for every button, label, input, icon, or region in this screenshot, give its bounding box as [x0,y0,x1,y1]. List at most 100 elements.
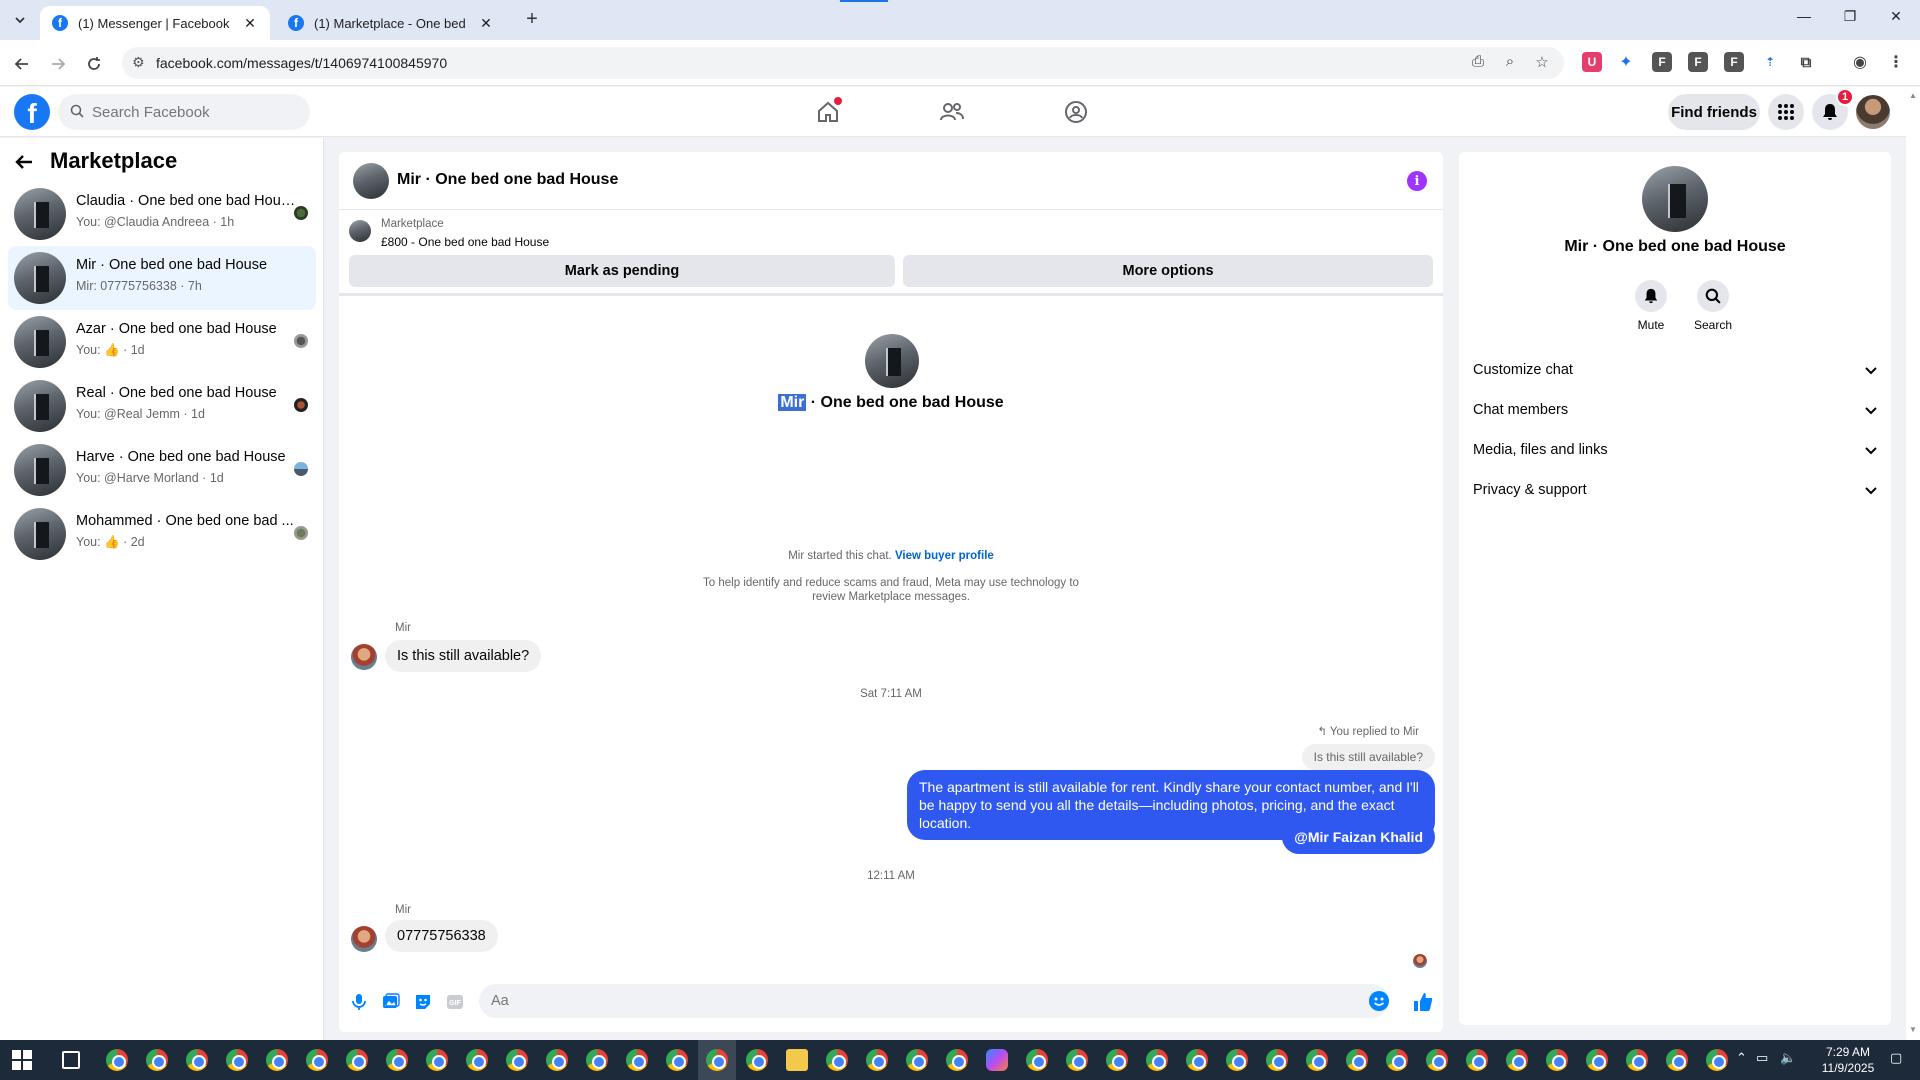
search-conversation-button[interactable]: Search [1685,280,1741,332]
friends-icon[interactable] [932,97,972,127]
chrome-taskbar-icon[interactable] [626,1049,648,1071]
groups-icon[interactable] [1056,97,1096,127]
menu-grid-icon[interactable] [1768,94,1804,130]
sender-avatar[interactable] [351,644,377,670]
windows-start-icon[interactable] [12,1050,32,1070]
mark-as-pending-button[interactable]: Mark as pending [349,255,895,287]
minimize-icon[interactable]: — [1784,8,1824,24]
chrome-taskbar-icon[interactable] [586,1049,608,1071]
outgoing-mention[interactable]: @Mir Faizan Khalid [1282,820,1435,854]
tab-messenger[interactable]: f (1) Messenger | Facebook ✕ [40,6,270,40]
facebook-logo-icon[interactable]: f [14,94,50,130]
extensions-menu-icon[interactable]: ⧉ [1796,52,1816,72]
notifications-bell-icon[interactable]: 1 [1812,88,1854,130]
notifications-center-icon[interactable]: ▢ [1890,1050,1902,1066]
chrome-taskbar-icon[interactable] [1106,1049,1128,1071]
address-bar[interactable]: ⚙ facebook.com/messages/t/14069741008459… [122,47,1564,79]
chrome-taskbar-icon[interactable] [346,1049,368,1071]
more-options-button[interactable]: More options [903,255,1433,287]
conversation-item[interactable]: Azar · One bed one bad House You: 👍 · 1d [8,310,316,374]
chrome-taskbar-icon[interactable] [1186,1049,1208,1071]
chrome-taskbar-icon[interactable] [906,1049,928,1071]
chat-members-section[interactable]: Chat members [1473,392,1877,428]
chrome-taskbar-icon[interactable] [1346,1049,1368,1071]
task-view-icon[interactable] [62,1051,80,1069]
emoji-icon[interactable] [1369,991,1389,1011]
view-buyer-profile-link[interactable]: View buyer profile [895,550,994,562]
extension-arrow-icon[interactable]: ⇡ [1760,52,1780,72]
chrome-taskbar-icon[interactable] [1146,1049,1168,1071]
chrome-taskbar-icon[interactable] [1266,1049,1288,1071]
incoming-message[interactable]: Is this still available? [385,640,542,672]
sender-avatar[interactable] [351,926,377,952]
info-icon[interactable]: i [1407,171,1427,191]
taskbar-clock[interactable]: 7:29 AM 11/9/2025 [1810,1044,1886,1076]
chrome-taskbar-icon[interactable] [186,1049,208,1071]
chrome-taskbar-icon[interactable] [106,1049,128,1071]
forward-icon[interactable] [46,52,70,76]
conversation-item[interactable]: Real · One bed one bad House You: @Real … [8,374,316,438]
conversation-item[interactable]: Mohammed · One bed one bad ... You: 👍 · … [8,502,316,566]
browser-menu-icon[interactable]: ⋮ [1886,52,1906,72]
chrome-taskbar-icon[interactable] [1586,1049,1608,1071]
chrome-taskbar-icon[interactable] [666,1049,688,1071]
photo-gallery-icon[interactable] [379,990,403,1014]
site-info-icon[interactable]: ⚙ [132,54,145,71]
file-explorer-icon[interactable] [786,1049,808,1071]
media-files-links-section[interactable]: Media, files and links [1473,432,1877,468]
search-input[interactable] [92,103,292,121]
chrome-taskbar-icon[interactable] [946,1049,968,1071]
chrome-taskbar-icon[interactable] [1306,1049,1328,1071]
extension-f-icon[interactable]: F [1652,52,1672,72]
zoom-icon[interactable]: ⌕ [1500,53,1520,70]
install-app-icon[interactable]: ⎙ [1468,53,1488,70]
message-input[interactable] [479,984,1389,1018]
back-arrow-icon[interactable] [14,152,34,178]
scroll-up-icon[interactable]: ▲ [1909,91,1917,100]
listing-title[interactable]: £800 - One bed one bad House [381,235,549,249]
bookmark-star-icon[interactable]: ☆ [1532,53,1552,71]
profile-icon[interactable]: ◉ [1850,52,1870,72]
close-window-icon[interactable]: ✕ [1876,8,1916,25]
chrome-taskbar-icon[interactable] [1666,1049,1688,1071]
facebook-search[interactable] [58,94,310,130]
extension-f-icon[interactable]: F [1724,52,1744,72]
close-tab-icon[interactable]: ✕ [478,15,494,32]
chrome-taskbar-icon[interactable] [266,1049,288,1071]
close-tab-icon[interactable]: ✕ [242,15,258,32]
account-avatar[interactable] [1856,95,1890,129]
details-avatar[interactable] [1642,166,1708,232]
chrome-taskbar-icon[interactable] [1426,1049,1448,1071]
privacy-support-section[interactable]: Privacy & support [1473,472,1877,508]
chrome-taskbar-icon[interactable] [1226,1049,1248,1071]
chrome-taskbar-icon[interactable] [706,1049,728,1071]
chrome-taskbar-icon[interactable] [386,1049,408,1071]
chrome-taskbar-icon[interactable] [866,1049,888,1071]
back-icon[interactable] [10,52,34,76]
chrome-taskbar-icon[interactable] [1026,1049,1048,1071]
chrome-taskbar-icon[interactable] [546,1049,568,1071]
chrome-taskbar-icon[interactable] [306,1049,328,1071]
chrome-taskbar-icon[interactable] [746,1049,768,1071]
customize-chat-section[interactable]: Customize chat [1473,352,1877,388]
chat-title[interactable]: Mir · One bed one bad House [397,171,618,189]
extension-puzzle-icon[interactable]: ✦ [1616,52,1636,72]
chat-avatar[interactable] [353,163,389,199]
chrome-taskbar-icon[interactable] [1386,1049,1408,1071]
conversation-item[interactable]: Mir · One bed one bad House Mir: 0777575… [8,246,316,310]
tab-marketplace[interactable]: f (1) Marketplace - One bed one ✕ [276,6,506,40]
sticker-icon[interactable] [411,990,435,1014]
conversation-item[interactable]: Claudia · One bed one bad House You: @Cl… [8,182,316,246]
chrome-taskbar-icon[interactable] [1626,1049,1648,1071]
page-scrollbar[interactable]: ▲ ▼ [1906,87,1920,1040]
microphone-icon[interactable] [347,990,371,1014]
chrome-taskbar-icon[interactable] [426,1049,448,1071]
chrome-taskbar-icon[interactable] [1466,1049,1488,1071]
copilot-icon[interactable] [986,1049,1008,1071]
chrome-taskbar-icon[interactable] [506,1049,528,1071]
ublock-extension-icon[interactable]: U [1582,52,1602,72]
gif-icon[interactable]: GIF [443,990,467,1014]
mute-button[interactable]: Mute [1623,280,1679,332]
chrome-taskbar-icon[interactable] [226,1049,248,1071]
restore-icon[interactable]: ❐ [1830,8,1870,25]
